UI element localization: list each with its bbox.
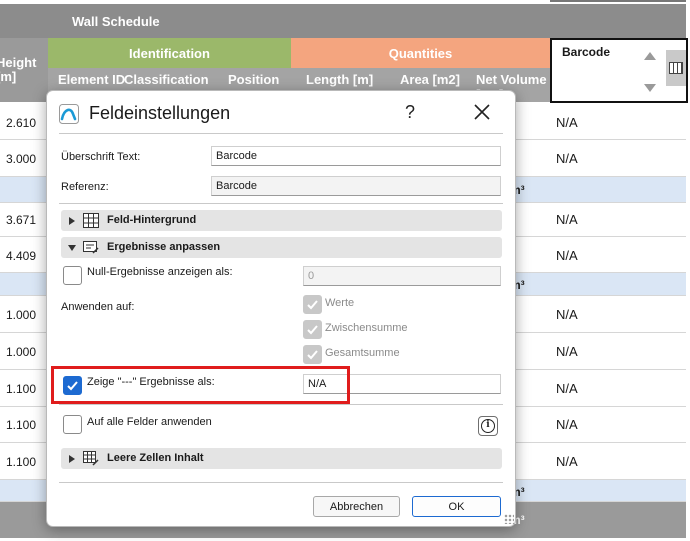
divider xyxy=(59,203,503,204)
edit-results-icon xyxy=(83,241,99,254)
barcode-header-text[interactable]: Barcode xyxy=(562,45,610,59)
cell-barcode: N/A xyxy=(556,115,578,130)
empty-cells-icon xyxy=(83,451,99,466)
heading-text-field[interactable]: Barcode xyxy=(211,146,501,166)
apply-total-label: Gesamtsumme xyxy=(325,347,400,359)
column-header-classification[interactable]: Classification xyxy=(124,72,209,87)
cell-barcode: N/A xyxy=(556,381,578,396)
null-results-label: Null-Ergebnisse anzeigen als: xyxy=(87,266,233,278)
cell-height: 1.100 xyxy=(6,382,37,396)
cell-height: 1.100 xyxy=(6,455,37,469)
checkmark-icon xyxy=(307,325,318,335)
cell-barcode: N/A xyxy=(556,307,578,322)
section-field-background[interactable]: Feld-Hintergrund xyxy=(61,210,502,231)
column-header-length[interactable]: Length [m] xyxy=(306,72,373,87)
schedule-title: Wall Schedule xyxy=(0,4,686,38)
cell-barcode: N/A xyxy=(556,248,578,263)
cell-barcode: N/A xyxy=(556,417,578,432)
cell-barcode: N/A xyxy=(556,454,578,469)
cell-barcode: N/A xyxy=(556,151,578,166)
table-settings-icon xyxy=(669,62,683,74)
cell-height: 3.000 xyxy=(6,152,37,166)
null-results-checkbox[interactable] xyxy=(63,266,82,285)
grid-background-icon xyxy=(83,213,99,228)
column-header-height-label: Height [m] xyxy=(0,55,37,84)
close-icon[interactable] xyxy=(473,103,491,121)
chevron-right-icon xyxy=(69,455,75,463)
scroll-up-icon[interactable] xyxy=(644,52,656,60)
help-button[interactable]: ? xyxy=(405,102,415,123)
cancel-button[interactable]: Abbrechen xyxy=(313,496,400,517)
info-button[interactable]: i xyxy=(478,416,498,436)
reference-label: Referenz: xyxy=(61,181,109,193)
resize-grip-icon[interactable] xyxy=(504,514,514,524)
info-icon: i xyxy=(481,419,495,433)
apply-all-fields-checkbox[interactable] xyxy=(63,415,82,434)
cell-height: 1.100 xyxy=(6,418,37,432)
section-adjust-results[interactable]: Ergebnisse anpassen xyxy=(61,237,502,258)
section-field-background-label: Feld-Hintergrund xyxy=(107,214,197,226)
checkmark-icon xyxy=(307,300,318,310)
highlight-box xyxy=(51,366,350,404)
cell-height: 2.610 xyxy=(6,116,37,130)
divider xyxy=(550,0,686,2)
divider xyxy=(59,133,503,134)
divider xyxy=(59,404,503,405)
scroll-down-icon[interactable] xyxy=(644,84,656,92)
chevron-right-icon xyxy=(69,217,75,225)
field-settings-button[interactable] xyxy=(666,50,686,86)
field-settings-dialog: Feldeinstellungen ? Überschrift Text: Ba… xyxy=(46,90,516,527)
column-header-height[interactable]: Height [m] xyxy=(0,38,48,102)
divider xyxy=(59,482,503,483)
heading-text-label: Überschrift Text: xyxy=(61,151,141,163)
apply-to-label: Anwenden auf: xyxy=(61,301,135,313)
section-adjust-results-label: Ergebnisse anpassen xyxy=(107,241,221,253)
reference-field: Barcode xyxy=(211,176,501,196)
group-header-quantities: Quantities xyxy=(291,38,550,68)
apply-all-fields-label: Auf alle Felder anwenden xyxy=(87,416,212,428)
column-header-position[interactable]: Position xyxy=(228,72,279,87)
cell-barcode: N/A xyxy=(556,212,578,227)
apply-values-checkbox[interactable] xyxy=(303,295,322,314)
cell-height: 4.409 xyxy=(6,249,37,263)
null-results-field[interactable]: 0 xyxy=(303,266,501,286)
section-empty-cells-label: Leere Zellen Inhalt xyxy=(107,452,204,464)
archicad-logo-icon xyxy=(59,104,79,124)
apply-total-checkbox[interactable] xyxy=(303,345,322,364)
apply-subtotal-checkbox[interactable] xyxy=(303,320,322,339)
checkmark-icon xyxy=(307,350,318,360)
dialog-title: Feldeinstellungen xyxy=(89,103,231,123)
apply-subtotal-label: Zwischensumme xyxy=(325,322,408,334)
cell-barcode: N/A xyxy=(556,344,578,359)
cell-height: 3.671 xyxy=(6,213,37,227)
apply-values-label: Werte xyxy=(325,297,355,309)
column-header-area[interactable]: Area [m2] xyxy=(400,72,460,87)
cell-height: 1.000 xyxy=(6,308,37,322)
header-scroll[interactable] xyxy=(642,46,658,98)
section-empty-cells[interactable]: Leere Zellen Inhalt xyxy=(61,448,502,469)
group-header-identification: Identification xyxy=(48,38,291,68)
ok-button[interactable]: OK xyxy=(412,496,501,517)
cell-height: 1.000 xyxy=(6,345,37,359)
chevron-down-icon xyxy=(68,245,76,251)
column-header-element-id[interactable]: Element ID xyxy=(58,72,125,87)
